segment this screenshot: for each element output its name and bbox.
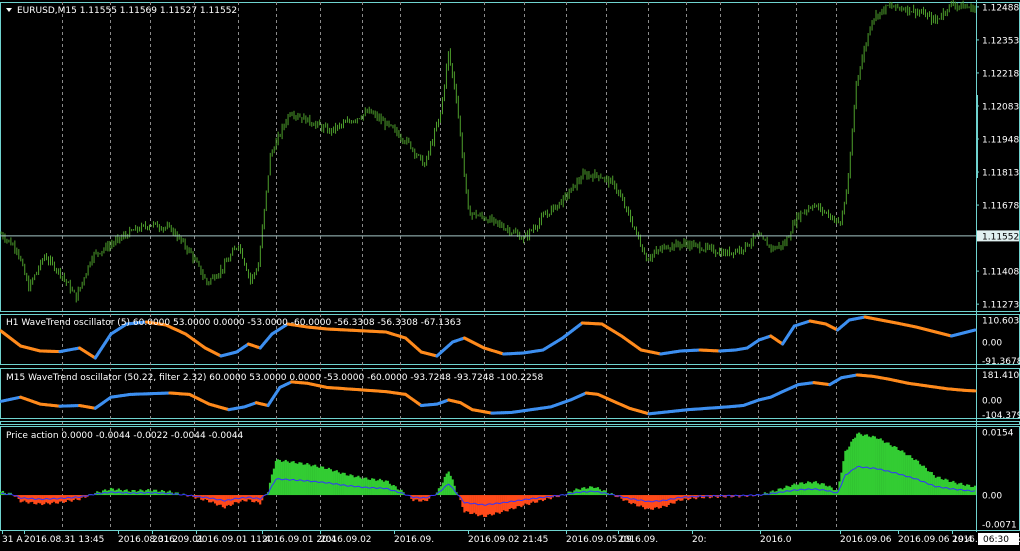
- time-label-13: 2016.09.06: [840, 535, 892, 545]
- price-action-title: Price action 0.0000 -0.0044 -0.0022 -0.0…: [6, 431, 244, 441]
- price-level-6: 1.11678: [982, 202, 1019, 212]
- price-level-2: 1.12218: [982, 69, 1019, 79]
- osc2-level-2: -104.3793: [982, 411, 1020, 421]
- price-level-0: 1.12488: [982, 3, 1019, 13]
- osc2-level-0: 181.4106: [982, 371, 1020, 381]
- price-level-3: 1.12083: [982, 102, 1019, 112]
- time-label-4: 2016.09.01 11:4: [196, 535, 271, 545]
- osc1-level-0: 110.6031: [982, 316, 1020, 326]
- time-label-7: 2016.09.: [394, 535, 434, 545]
- time-label-12: 2016.0: [760, 535, 792, 545]
- current-price-text: 1.11552: [982, 232, 1019, 242]
- m15-wavetrend-title: M15 WaveTrend oscillator (50.22, filter …: [6, 373, 544, 383]
- h1-wavetrend-title: H1 WaveTrend oscillator (5) 60.0000 53.0…: [6, 318, 461, 328]
- osc3-level-0: 0.0154: [982, 428, 1014, 438]
- osc1-level-2: -91.3678: [982, 357, 1020, 367]
- price-level-8: 1.11408: [982, 268, 1019, 278]
- time-label-0: 31 A: [2, 535, 23, 545]
- time-last-label: 06:30: [983, 535, 1009, 545]
- price-level-5: 1.11813: [982, 169, 1019, 179]
- osc3-level-1: 0.00: [982, 492, 1002, 502]
- time-label-6: 2016.09.02: [320, 535, 372, 545]
- price-level-4: 1.11948: [982, 136, 1019, 146]
- scroll-indicator[interactable]: [976, 95, 978, 178]
- time-label-11: 20:: [692, 535, 706, 545]
- osc3-level-2: -0.0071: [982, 521, 1017, 531]
- osc2-level-1: 0.00: [982, 396, 1002, 406]
- price-level-9: 1.11273: [982, 301, 1019, 311]
- osc-segment: [971, 328, 977, 332]
- time-label-1: 2016.08.31 13:45: [24, 535, 104, 545]
- time-label-8: 2016.09.02 21:45: [468, 535, 548, 545]
- time-label-10: 2016.09.: [618, 535, 658, 545]
- price-level-1: 1.12353: [982, 36, 1019, 46]
- osc1-level-1: 0.00: [982, 339, 1002, 349]
- chart-window: 1.12488 1.12353 1.12218 1.12083 1.11948 1.118…: [0, 0, 1020, 551]
- symbol-label: EURUSD,M15 1.11555 1.11569 1.11527 1.115…: [17, 6, 237, 16]
